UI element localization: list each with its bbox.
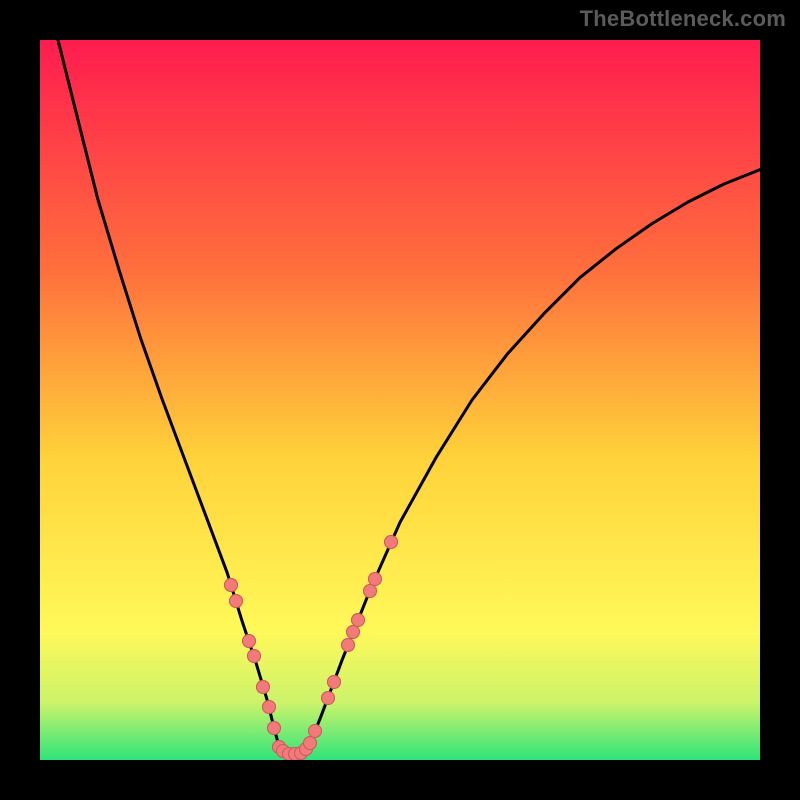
bottleneck-curve bbox=[58, 40, 760, 754]
chart-frame: TheBottleneck.com bbox=[0, 0, 800, 800]
curve-layer bbox=[40, 40, 760, 760]
watermark-text: TheBottleneck.com bbox=[580, 6, 786, 32]
plot-area bbox=[40, 40, 760, 760]
